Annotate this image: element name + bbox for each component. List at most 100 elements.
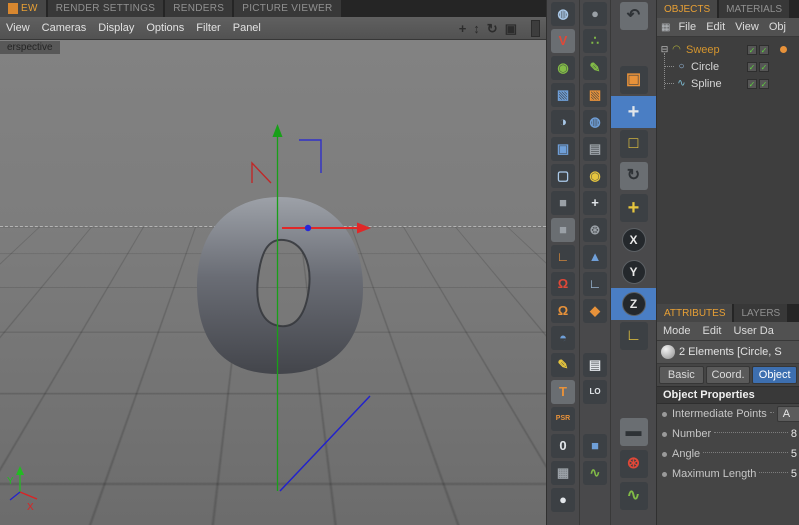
array-cubes-icon[interactable]: ▣ [547,135,579,162]
editor-enable-checkbox[interactable]: ✓ [747,78,757,89]
object-label-sweep[interactable]: Sweep [686,44,720,56]
workplane-icon[interactable]: ∟ [547,243,579,270]
attributes-menu-userdata[interactable]: User Da [728,325,780,337]
render-enable-checkbox[interactable]: ✓ [759,44,769,55]
point-sphere-icon[interactable]: ◉ [547,54,579,81]
tangent-handle-blue[interactable] [299,139,322,173]
gear-icon[interactable]: ⊛ [580,216,610,243]
z-axis-handle[interactable] [304,224,312,232]
pen-icon[interactable]: ✎ [580,54,610,81]
x-axis-arrowhead[interactable] [357,222,371,234]
red-gear-icon[interactable]: ⊛ [611,448,656,480]
lo-render-icon[interactable]: LO [580,378,610,405]
coord-system-icon[interactable]: ∟ [611,320,656,352]
tab-materials[interactable]: MATERIALS [719,0,790,18]
tab-render-settings[interactable]: RENDER SETTINGS [47,0,164,17]
viewport-v-icon[interactable]: V [547,27,579,54]
dome-icon[interactable]: ◓ [547,324,579,351]
rotate-view-icon[interactable]: ↻ [487,22,498,35]
pan-view-icon[interactable]: + [459,22,467,35]
attributes-menu-edit[interactable]: Edit [697,325,728,337]
pyramid-icon[interactable]: ▲ [580,243,610,270]
layer-dot[interactable] [780,46,787,53]
psr-icon[interactable]: PSR [547,405,579,432]
y-axis-arrowhead[interactable] [272,124,283,137]
tab-layers[interactable]: LAYERS [734,304,788,322]
tab-attributes[interactable]: ATTRIBUTES [657,304,733,322]
marker-icon[interactable]: ◆ [580,297,610,324]
light-icon[interactable]: ◉ [580,162,610,189]
render-enable-checkbox[interactable]: ✓ [759,78,769,89]
menu-view[interactable]: View [6,22,30,34]
checker-sphere-icon[interactable]: ◑ [547,108,579,135]
undo-icon[interactable]: ↶ [611,0,656,32]
objects-menu-view[interactable]: View [730,21,764,33]
axis-cross-icon[interactable]: + [611,192,656,224]
menu-display[interactable]: Display [98,22,134,34]
model-mode-icon[interactable]: ● [580,0,610,27]
menu-options[interactable]: Options [146,22,184,34]
maximum-length-value-field[interactable]: 5 [791,468,797,480]
object-label-spline[interactable]: Spline [691,78,722,90]
ruler-icon[interactable]: ∟ [580,270,610,297]
render-region-icon[interactable]: ▣ [611,64,656,96]
expander-icon[interactable]: ⊟ [659,44,670,55]
tab-basic[interactable]: Basic [659,366,704,384]
editor-enable-checkbox[interactable]: ✓ [747,44,757,55]
scale-tool-icon[interactable]: □ [611,128,656,160]
tab-object[interactable]: Object [752,366,798,384]
axis-mode-icon[interactable]: + [580,189,610,216]
render-enable-checkbox[interactable]: ✓ [759,61,769,72]
instance-cube-icon[interactable]: ■ [547,216,579,243]
wire-cube-icon[interactable]: ▢ [547,162,579,189]
texture-globe-icon[interactable]: ◍ [580,108,610,135]
editor-enable-checkbox[interactable]: ✓ [747,61,757,72]
z-lock-button[interactable]: Z [611,288,656,320]
film-camera-icon[interactable]: ▤ [580,135,610,162]
perspective-viewport[interactable]: Y X erspective [0,40,546,525]
dark-cube-icon[interactable]: ■ [547,189,579,216]
move-tool-icon[interactable]: + [611,96,656,128]
attributes-menu-mode[interactable]: Mode [657,325,697,337]
maximize-view-icon[interactable]: ▣ [505,22,517,35]
blue-cube-icon[interactable]: ■ [580,432,610,459]
menu-filter[interactable]: Filter [196,22,220,34]
tree-row-spline[interactable]: ∿ Spline ✓ ✓ [657,75,799,92]
tangent-handle-red[interactable] [251,161,272,184]
spline-pen-icon[interactable]: ✎ [547,351,579,378]
sweep-object-mesh[interactable] [197,197,363,374]
zero-icon[interactable]: 0 [547,432,579,459]
x-lock-button[interactable]: X [611,224,656,256]
points-mode-icon[interactable]: ∴ [580,27,610,54]
objects-menu-file[interactable]: File [673,21,701,33]
tab-renders[interactable]: RENDERS [165,0,233,17]
tab-picture-viewer[interactable]: PICTURE VIEWER [234,0,341,17]
content-browser-icon[interactable]: ◍ [547,0,579,27]
panel-grip[interactable] [531,19,540,37]
tree-row-sweep[interactable]: ⊟ ◠ Sweep ✓ ✓ [657,41,799,58]
spline-wave-icon[interactable]: ∿ [580,459,610,486]
text-spline-icon[interactable]: T [547,378,579,405]
tree-row-circle[interactable]: ○ Circle ✓ ✓ [657,58,799,75]
menu-cameras[interactable]: Cameras [42,22,87,34]
intermediate-points-dropdown[interactable]: A [776,406,799,422]
menu-panel[interactable]: Panel [233,22,261,34]
y-lock-button[interactable]: Y [611,256,656,288]
number-value-field[interactable]: 8 [791,428,797,440]
tab-view[interactable]: EW [0,0,46,17]
magnet-icon[interactable]: Ω [547,270,579,297]
objects-menu-objects[interactable]: Obj [764,21,791,33]
cube-primitive-icon[interactable]: ▧ [547,81,579,108]
rotate-tool-icon[interactable]: ↻ [611,160,656,192]
zoom-view-icon[interactable]: ↕ [473,22,480,35]
clapperboard-icon[interactable]: ▬ [611,416,656,448]
grid-array-icon[interactable]: ▦ [547,459,579,486]
document-icon[interactable]: ▤ [580,351,610,378]
snap-magnet-icon[interactable]: Ω [547,297,579,324]
tab-objects[interactable]: OBJECTS [657,0,718,18]
tab-coord[interactable]: Coord. [705,366,751,384]
spline-live-icon[interactable]: ∿ [611,480,656,512]
sphere-icon[interactable]: ● [547,486,579,513]
object-label-circle[interactable]: Circle [691,61,719,73]
objects-menu-edit[interactable]: Edit [701,21,730,33]
